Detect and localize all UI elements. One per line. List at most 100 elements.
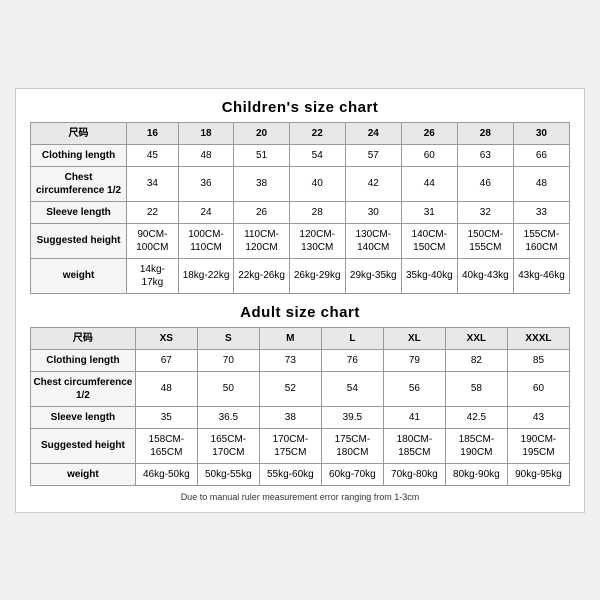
- cell-value: 76: [321, 349, 383, 371]
- cell-value: 48: [178, 144, 234, 166]
- adult-col-header: L: [321, 327, 383, 349]
- cell-value: 38: [259, 406, 321, 428]
- cell-value: 79: [383, 349, 445, 371]
- cell-value: 60kg-70kg: [321, 463, 383, 485]
- children-col-header: 尺码: [31, 122, 127, 144]
- cell-value: 48: [135, 371, 197, 406]
- children-col-header: 22: [289, 122, 345, 144]
- cell-value: 28: [289, 201, 345, 223]
- cell-value: 38: [234, 166, 289, 201]
- row-label: Sleeve length: [31, 201, 127, 223]
- row-label: weight: [31, 258, 127, 293]
- cell-value: 100CM-110CM: [178, 223, 234, 258]
- row-label: Chest circumference 1/2: [31, 371, 136, 406]
- table-row: Suggested height90CM-100CM100CM-110CM110…: [31, 223, 570, 258]
- cell-value: 60: [507, 371, 569, 406]
- cell-value: 36: [178, 166, 234, 201]
- cell-value: 50: [197, 371, 259, 406]
- children-col-header: 16: [127, 122, 179, 144]
- cell-value: 66: [513, 144, 569, 166]
- cell-value: 165CM-170CM: [197, 428, 259, 463]
- cell-value: 26: [234, 201, 289, 223]
- cell-value: 51: [234, 144, 289, 166]
- cell-value: 52: [259, 371, 321, 406]
- adult-col-header: 尺码: [31, 327, 136, 349]
- cell-value: 34: [127, 166, 179, 201]
- cell-value: 48: [513, 166, 569, 201]
- cell-value: 180CM-185CM: [383, 428, 445, 463]
- cell-value: 67: [135, 349, 197, 371]
- size-chart-container: Children's size chart 尺码1618202224262830…: [15, 88, 585, 513]
- cell-value: 32: [457, 201, 513, 223]
- cell-value: 35kg-40kg: [401, 258, 457, 293]
- cell-value: 158CM-165CM: [135, 428, 197, 463]
- cell-value: 46: [457, 166, 513, 201]
- cell-value: 44: [401, 166, 457, 201]
- measurement-note: Due to manual ruler measurement error ra…: [30, 492, 570, 502]
- cell-value: 55kg-60kg: [259, 463, 321, 485]
- cell-value: 30: [345, 201, 401, 223]
- children-col-header: 24: [345, 122, 401, 144]
- cell-value: 46kg-50kg: [135, 463, 197, 485]
- table-row: weight46kg-50kg50kg-55kg55kg-60kg60kg-70…: [31, 463, 570, 485]
- cell-value: 90CM-100CM: [127, 223, 179, 258]
- cell-value: 90kg-95kg: [507, 463, 569, 485]
- cell-value: 120CM-130CM: [289, 223, 345, 258]
- cell-value: 24: [178, 201, 234, 223]
- cell-value: 80kg-90kg: [445, 463, 507, 485]
- cell-value: 29kg-35kg: [345, 258, 401, 293]
- adult-col-header: M: [259, 327, 321, 349]
- cell-value: 35: [135, 406, 197, 428]
- table-row: Clothing length67707376798285: [31, 349, 570, 371]
- table-row: Clothing length4548515457606366: [31, 144, 570, 166]
- cell-value: 70kg-80kg: [383, 463, 445, 485]
- table-row: Chest circumference 1/23436384042444648: [31, 166, 570, 201]
- cell-value: 22: [127, 201, 179, 223]
- children-col-header: 28: [457, 122, 513, 144]
- row-label: Clothing length: [31, 144, 127, 166]
- cell-value: 130CM-140CM: [345, 223, 401, 258]
- cell-value: 140CM-150CM: [401, 223, 457, 258]
- cell-value: 50kg-55kg: [197, 463, 259, 485]
- adult-col-header: S: [197, 327, 259, 349]
- children-col-header: 26: [401, 122, 457, 144]
- cell-value: 26kg-29kg: [289, 258, 345, 293]
- table-row: Sleeve length3536.53839.54142.543: [31, 406, 570, 428]
- cell-value: 58: [445, 371, 507, 406]
- row-label: Chest circumference 1/2: [31, 166, 127, 201]
- table-row: Suggested height158CM-165CM165CM-170CM17…: [31, 428, 570, 463]
- row-label: Suggested height: [31, 223, 127, 258]
- adult-col-header: XXL: [445, 327, 507, 349]
- cell-value: 85: [507, 349, 569, 371]
- cell-value: 73: [259, 349, 321, 371]
- cell-value: 82: [445, 349, 507, 371]
- cell-value: 40kg-43kg: [457, 258, 513, 293]
- row-label: weight: [31, 463, 136, 485]
- cell-value: 60: [401, 144, 457, 166]
- adult-col-header: XS: [135, 327, 197, 349]
- cell-value: 54: [321, 371, 383, 406]
- children-table: 尺码1618202224262830 Clothing length454851…: [30, 122, 570, 294]
- cell-value: 22kg-26kg: [234, 258, 289, 293]
- cell-value: 31: [401, 201, 457, 223]
- row-label: Clothing length: [31, 349, 136, 371]
- table-row: Chest circumference 1/248505254565860: [31, 371, 570, 406]
- cell-value: 110CM-120CM: [234, 223, 289, 258]
- cell-value: 14kg-17kg: [127, 258, 179, 293]
- cell-value: 190CM-195CM: [507, 428, 569, 463]
- adult-col-header: XXXL: [507, 327, 569, 349]
- row-label: Sleeve length: [31, 406, 136, 428]
- cell-value: 18kg-22kg: [178, 258, 234, 293]
- children-col-header: 30: [513, 122, 569, 144]
- cell-value: 70: [197, 349, 259, 371]
- cell-value: 40: [289, 166, 345, 201]
- cell-value: 45: [127, 144, 179, 166]
- children-chart-title: Children's size chart: [30, 99, 570, 116]
- table-row: Sleeve length2224262830313233: [31, 201, 570, 223]
- cell-value: 42: [345, 166, 401, 201]
- cell-value: 56: [383, 371, 445, 406]
- cell-value: 43kg-46kg: [513, 258, 569, 293]
- cell-value: 57: [345, 144, 401, 166]
- cell-value: 185CM-190CM: [445, 428, 507, 463]
- cell-value: 33: [513, 201, 569, 223]
